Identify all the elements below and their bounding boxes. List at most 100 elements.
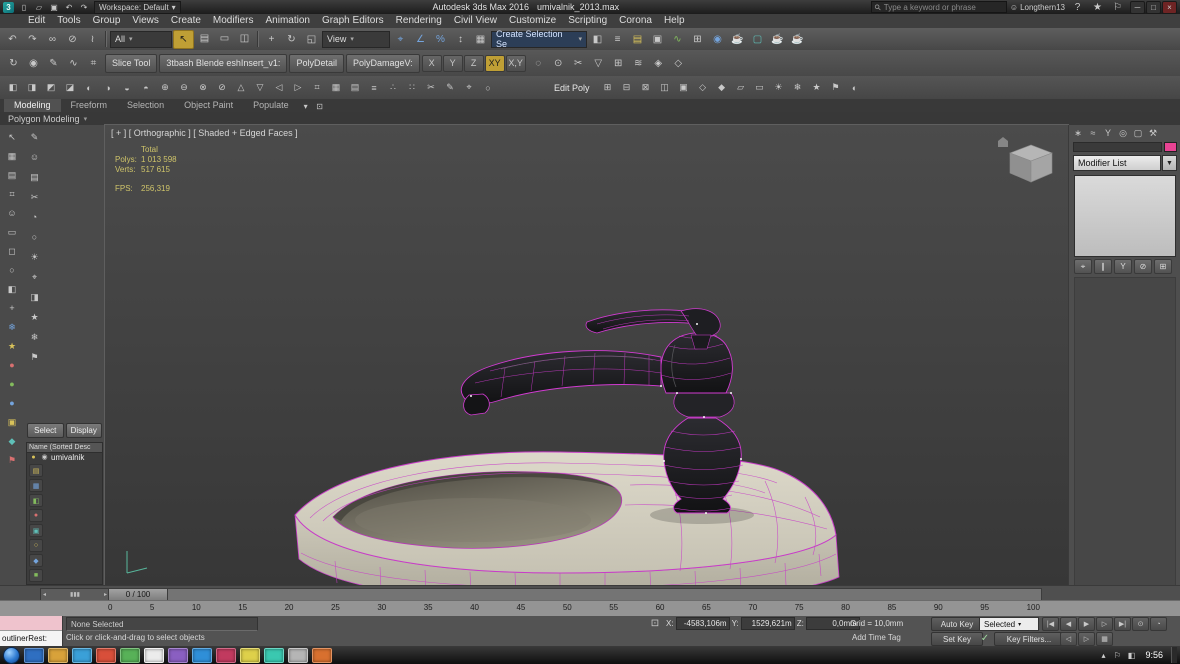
left-toolbar-icon[interactable]: ◆: [4, 433, 21, 449]
constraint-x[interactable]: X: [422, 55, 442, 72]
hierarchy-tab-icon[interactable]: Y: [1101, 127, 1115, 140]
tray-icon[interactable]: ▴: [1097, 649, 1109, 661]
tab-object-paint[interactable]: Object Paint: [174, 99, 243, 112]
scroll-thumb[interactable]: ▮▮▮: [70, 591, 80, 598]
poly-tool-icon[interactable]: ⌗: [308, 80, 326, 96]
curve-editor-icon[interactable]: ∿: [668, 31, 687, 48]
polygon-modeling-strip[interactable]: Polygon Modeling ▾: [0, 112, 1180, 126]
left-toolbar-icon[interactable]: ⚑: [4, 452, 21, 468]
play-animation-icon[interactable]: ▶: [1078, 617, 1095, 631]
taskbar-app-11[interactable]: [264, 648, 284, 663]
select-object-icon[interactable]: ↖: [173, 30, 194, 49]
modeling-tool-icon[interactable]: ▤: [26, 169, 43, 185]
display-button[interactable]: Display: [66, 423, 103, 438]
next-key-icon[interactable]: ▷: [1078, 632, 1095, 646]
transform-gizmo-lock-icon[interactable]: ⊡: [648, 617, 662, 629]
poly-tool-icon[interactable]: ⊖: [175, 80, 193, 96]
taskbar-app-1[interactable]: [24, 648, 44, 663]
minimize-button[interactable]: ─: [1130, 1, 1145, 14]
render-iterative-icon[interactable]: ☕: [788, 31, 807, 48]
set-key-button[interactable]: Set Key: [931, 632, 983, 646]
poly-tool-icon[interactable]: ◧: [4, 80, 22, 96]
menu-item[interactable]: Customize: [503, 14, 562, 28]
qat-icon[interactable]: ▯: [17, 1, 31, 13]
modeling-tool-icon[interactable]: ◨: [26, 289, 43, 305]
left-toolbar-icon[interactable]: ◧: [4, 281, 21, 297]
poly-tool-icon[interactable]: ◇: [694, 80, 712, 96]
menu-item[interactable]: Create: [165, 14, 207, 28]
poly-tool-icon[interactable]: ❄: [789, 80, 807, 96]
menu-item[interactable]: Help: [658, 14, 691, 28]
poly-tool-icon[interactable]: ✎: [441, 80, 459, 96]
poly-tool-icon[interactable]: ◫: [656, 80, 674, 96]
modeling-tool-icon[interactable]: ○: [26, 229, 43, 245]
poly-tool-icon[interactable]: ▽: [251, 80, 269, 96]
start-button[interactable]: [3, 647, 20, 664]
taskbar-app-9[interactable]: [216, 648, 236, 663]
show-desktop-button[interactable]: [1171, 647, 1177, 663]
undo-icon[interactable]: ↶: [3, 31, 22, 48]
reference-coordinate-dropdown[interactable]: View▾: [322, 31, 390, 48]
previous-frame-icon[interactable]: ◀: [1060, 617, 1077, 631]
y-coordinate-field[interactable]: 1529,621m: [741, 617, 795, 630]
key-filters-button[interactable]: Key Filters...: [994, 632, 1064, 646]
poly-tool-icon[interactable]: ◐: [80, 80, 98, 96]
graphite-ribbon-icon[interactable]: ▣: [648, 31, 667, 48]
close-button[interactable]: ×: [1162, 1, 1177, 14]
modeling-tool-icon[interactable]: ★: [26, 309, 43, 325]
poly-tool-icon[interactable]: ▭: [751, 80, 769, 96]
left-toolbar-icon[interactable]: ◻: [4, 243, 21, 259]
maxscript-mini-listener[interactable]: outlinerRest:: [0, 616, 63, 646]
polydamage-button[interactable]: PolyDamageV:: [346, 54, 420, 73]
display-tab-icon[interactable]: ▢: [1131, 127, 1145, 140]
layer-icon[interactable]: ○: [29, 539, 43, 552]
constraint-z[interactable]: Z: [464, 55, 484, 72]
render-setup-icon[interactable]: ☕: [728, 31, 747, 48]
left-toolbar-icon[interactable]: +: [4, 300, 21, 316]
ribbon-tool-icon[interactable]: ◌: [529, 55, 548, 72]
maximize-button[interactable]: □: [1146, 1, 1161, 14]
window-crossing-icon[interactable]: ◫: [235, 30, 254, 47]
mirror-icon[interactable]: ◧: [588, 31, 607, 48]
show-end-result-icon[interactable]: ∥: [1094, 259, 1112, 274]
poly-tool-icon[interactable]: ◨: [23, 80, 41, 96]
modeling-tool-icon[interactable]: ❄: [26, 329, 43, 345]
rendered-frame-window-icon[interactable]: ▢: [748, 31, 767, 48]
tab-selection[interactable]: Selection: [117, 99, 174, 112]
select-button[interactable]: Select: [27, 423, 64, 438]
menu-item[interactable]: Tools: [51, 14, 86, 28]
menu-item[interactable]: Group: [87, 14, 127, 28]
time-slider-handle[interactable]: 0 / 100: [109, 589, 168, 600]
left-toolbar-icon[interactable]: ●: [4, 376, 21, 392]
left-toolbar-icon[interactable]: ▣: [4, 414, 21, 430]
select-rotate-icon[interactable]: ↻: [282, 31, 301, 48]
ribbon-tool-icon[interactable]: ◈: [649, 55, 668, 72]
menu-item[interactable]: Graph Editors: [316, 14, 390, 28]
object-color-swatch[interactable]: [1164, 142, 1177, 152]
modifier-stack[interactable]: [1074, 175, 1176, 257]
poly-tool-icon[interactable]: ▤: [346, 80, 364, 96]
blend-insert-button[interactable]: 3tbash Blende eshInsert_v1:: [159, 54, 287, 73]
menu-item[interactable]: Animation: [259, 14, 315, 28]
left-toolbar-icon[interactable]: ●: [4, 395, 21, 411]
menu-item[interactable]: Edit: [22, 14, 51, 28]
poly-tool-icon[interactable]: ≡: [365, 80, 383, 96]
selection-region-icon[interactable]: ▭: [215, 30, 234, 47]
left-toolbar-icon[interactable]: ⌗: [4, 186, 21, 202]
macro-recorder-line[interactable]: [0, 616, 62, 631]
workspace-dropdown[interactable]: Workspace: Default▾: [94, 1, 181, 14]
left-toolbar-icon[interactable]: ★: [4, 338, 21, 354]
poly-tool-icon[interactable]: ⊗: [194, 80, 212, 96]
modeling-tool-icon[interactable]: ✎: [26, 129, 43, 145]
taskbar-app-3[interactable]: [72, 648, 92, 663]
left-toolbar-icon[interactable]: ↖: [4, 129, 21, 145]
ribbon-tool-icon[interactable]: ≋: [629, 55, 648, 72]
poly-tool-icon[interactable]: ◁: [270, 80, 288, 96]
layer-icon[interactable]: ▣: [29, 524, 43, 537]
tab-freeform[interactable]: Freeform: [61, 99, 118, 112]
angle-snap-icon[interactable]: ∠: [411, 31, 430, 48]
align-icon[interactable]: ≡: [608, 31, 627, 48]
ribbon-tool-icon[interactable]: ⊞: [609, 55, 628, 72]
app-logo-icon[interactable]: 3: [3, 2, 14, 13]
slice-tool-button[interactable]: Slice Tool: [105, 54, 157, 73]
